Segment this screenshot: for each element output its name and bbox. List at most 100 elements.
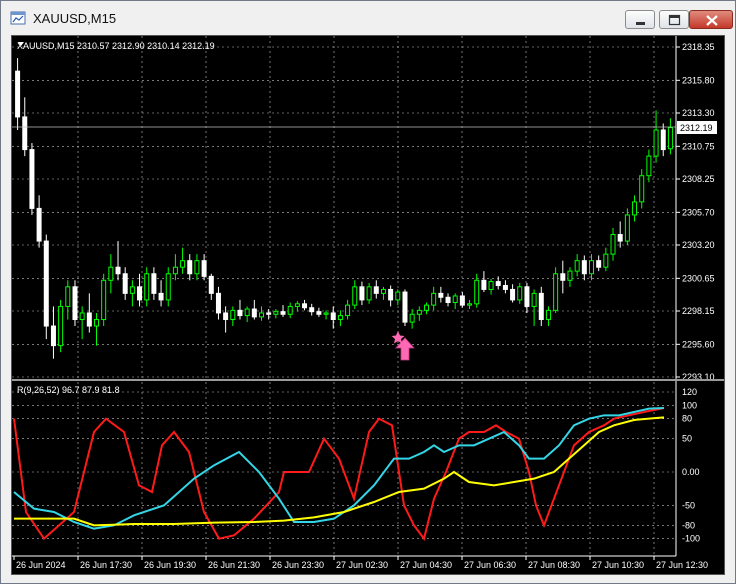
- indicator-tick-label: -50: [682, 500, 695, 510]
- candle-body: [86, 312, 92, 327]
- candle-body: [467, 303, 473, 306]
- time-tick-label: 27 Jun 10:30: [592, 560, 644, 570]
- price-tick-label: 2298.15: [682, 306, 715, 316]
- time-tick-label: 26 Jun 23:30: [272, 560, 324, 570]
- price-chart[interactable]: XAUUSD,M15 2310.57 2312.90 2310.14 2312.…: [12, 36, 724, 574]
- candle-body: [287, 305, 293, 315]
- time-tick-label: 26 Jun 19:30: [144, 560, 196, 570]
- current-price-label: 2312.19: [680, 123, 713, 133]
- candle-body: [388, 288, 394, 301]
- candle-body: [373, 286, 379, 294]
- candle-body: [151, 273, 157, 294]
- candle-body: [29, 149, 35, 209]
- candle-body: [172, 266, 178, 275]
- minimize-button[interactable]: [625, 10, 655, 29]
- time-tick-label: 27 Jun 06:30: [464, 560, 516, 570]
- candle-body: [187, 260, 193, 275]
- candle-body: [345, 304, 351, 317]
- time-tick-label: 27 Jun 12:30: [656, 560, 708, 570]
- candle-body: [294, 303, 300, 307]
- candle-body: [409, 313, 415, 323]
- candle-body: [201, 260, 207, 277]
- price-tick-label: 2300.65: [682, 273, 715, 283]
- candle-body: [510, 288, 516, 301]
- candle-body: [251, 308, 257, 318]
- candle-body: [589, 260, 594, 275]
- candle-body: [610, 234, 616, 255]
- time-tick-label: 27 Jun 08:30: [528, 560, 580, 570]
- indicator-tick-label: 50: [682, 434, 692, 444]
- candle-body: [646, 155, 652, 177]
- candle-body: [402, 291, 408, 323]
- candle-body: [50, 325, 56, 347]
- candle-body: [431, 292, 437, 306]
- indicator-tick-label: 120: [682, 387, 697, 397]
- candle-body: [330, 312, 336, 320]
- candle-body: [137, 286, 143, 301]
- indicator-tick-label: 100: [682, 400, 697, 410]
- candle-body: [94, 318, 99, 327]
- price-axis: 2318.35 2315.80 2313.30 2310.75 2308.25 2305.…: [675, 36, 715, 556]
- title-bar[interactable]: XAUUSD,M15: [1, 1, 735, 35]
- time-axis: 26 Jun 2024 26 Jun 17:30 26 Jun 19:30 26 Ju…: [12, 555, 708, 570]
- candle-body: [22, 116, 28, 151]
- indicator-axis: 120 100 80 50 0.00 -50 -80 -100: [682, 387, 700, 544]
- candle-body: [244, 308, 250, 317]
- time-tick-label: 27 Jun 02:30: [336, 560, 388, 570]
- indicator-label: R(9,26,52) 96.7 87.9 81.8: [17, 385, 120, 395]
- restore-icon: [668, 14, 681, 26]
- candle-body: [122, 273, 128, 294]
- candle-body: [180, 260, 186, 268]
- panel-separator[interactable]: [12, 379, 724, 381]
- close-button[interactable]: [689, 10, 733, 29]
- indicator-tick-label: -80: [682, 520, 695, 530]
- candle-body: [101, 279, 107, 320]
- candle-body: [445, 296, 451, 304]
- candle-body: [108, 266, 114, 281]
- candles: [15, 58, 673, 359]
- price-tick-label: 2318.35: [682, 42, 715, 52]
- chart-window-icon: [10, 11, 26, 25]
- candle-body: [352, 286, 358, 306]
- window-title: XAUUSD,M15: [33, 11, 117, 26]
- minimize-icon: [636, 22, 645, 25]
- indicator-tick-label: -100: [682, 534, 700, 544]
- candle-body: [115, 266, 121, 275]
- candle-body: [337, 315, 343, 320]
- indicator-grid: [12, 382, 676, 556]
- candle-body: [259, 312, 264, 318]
- price-tick-label: 2313.30: [682, 108, 715, 118]
- chart-area[interactable]: XAUUSD,M15 2310.57 2312.90 2310.14 2312.…: [11, 35, 725, 575]
- candle-body: [208, 275, 214, 294]
- price-tick-label: 2303.20: [682, 240, 715, 250]
- candle-body: [502, 285, 508, 290]
- candle-body: [65, 286, 71, 307]
- candle-body: [459, 295, 465, 306]
- candle-body: [567, 270, 573, 281]
- candle-body: [653, 129, 659, 157]
- indicator-line-red: [13, 407, 665, 541]
- candle-body: [215, 292, 221, 314]
- candle-body: [237, 309, 243, 317]
- maximize-button[interactable]: [659, 10, 689, 29]
- candle-body: [273, 311, 279, 315]
- price-tick-label: 2310.75: [682, 141, 715, 151]
- indicator-line-yellow: [14, 416, 665, 527]
- candle-body: [366, 286, 372, 301]
- candle-body: [309, 307, 315, 313]
- close-icon: [706, 15, 718, 26]
- terminal-window: XAUUSD,M15 XAUUSD,M15 2310.57 2312.90 23…: [0, 0, 736, 584]
- candle-body: [15, 70, 21, 118]
- candle-body: [581, 260, 587, 275]
- candle-body: [574, 260, 580, 272]
- main-chart-info: XAUUSD,M15 2310.57 2312.90 2310.14 2312.…: [17, 41, 215, 51]
- time-tick-label: 27 Jun 04:30: [400, 560, 452, 570]
- candle-body: [632, 201, 638, 216]
- candle-body: [488, 281, 494, 290]
- candle-body: [72, 286, 78, 320]
- candle-body: [424, 304, 429, 311]
- candle-body: [553, 273, 559, 311]
- candle-body: [531, 292, 537, 307]
- candle-body: [302, 303, 308, 309]
- price-tick-label: 2305.70: [682, 207, 715, 217]
